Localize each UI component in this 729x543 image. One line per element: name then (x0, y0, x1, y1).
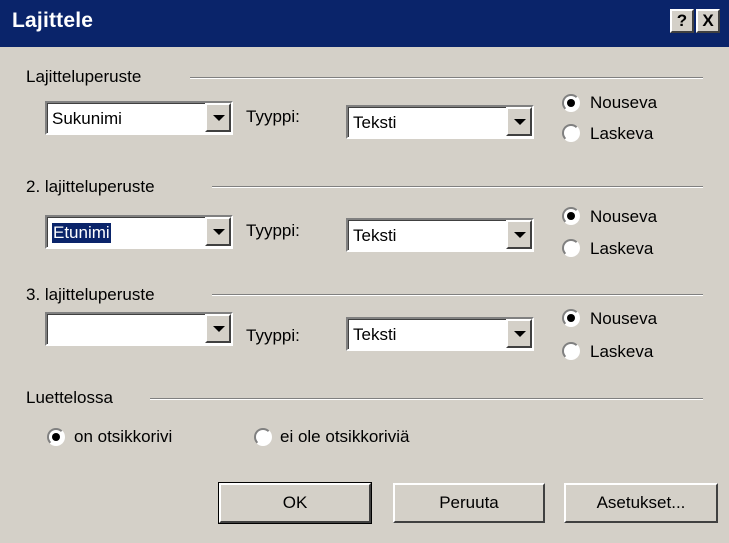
chevron-down-icon[interactable] (506, 107, 532, 136)
sort3-ascending-radio[interactable] (562, 309, 580, 327)
sort2-type-combo[interactable]: Teksti (346, 218, 534, 252)
title-bar[interactable]: Lajittele ? X (0, 0, 729, 47)
sort3-descending-radio[interactable] (562, 342, 580, 360)
options-button[interactable]: Asetukset... (564, 483, 718, 523)
sort1-ascending-radio[interactable] (562, 94, 580, 112)
sort2-group-label: 2. lajitteluperuste (26, 177, 155, 196)
sort3-field-combo[interactable] (45, 312, 233, 346)
sort1-type-label: Tyyppi: (246, 107, 300, 126)
sort2-divider (212, 186, 703, 188)
close-button[interactable]: X (696, 9, 720, 33)
sort2-type-value: Teksti (353, 226, 397, 245)
sort1-group-label: Lajitteluperuste (26, 67, 142, 86)
sort2-ascending-label[interactable]: Nouseva (590, 207, 657, 227)
sort3-divider (212, 294, 703, 296)
ok-button[interactable]: OK (218, 482, 372, 524)
chevron-down-icon[interactable] (506, 220, 532, 249)
has-header-radio[interactable] (47, 428, 65, 446)
chevron-down-icon[interactable] (205, 314, 231, 343)
sort3-descending-label[interactable]: Laskeva (590, 342, 653, 362)
sort2-descending-label[interactable]: Laskeva (590, 239, 653, 259)
sort1-type-combo[interactable]: Teksti (346, 105, 534, 139)
sort2-descending-radio[interactable] (562, 239, 580, 257)
cancel-button[interactable]: Peruuta (393, 483, 545, 523)
sort2-field-combo[interactable]: Etunimi (45, 215, 233, 249)
sort3-group-label: 3. lajitteluperuste (26, 285, 155, 304)
sort1-descending-label[interactable]: Laskeva (590, 124, 653, 144)
chevron-down-icon[interactable] (205, 103, 231, 132)
sort1-ascending-label[interactable]: Nouseva (590, 93, 657, 113)
has-header-label[interactable]: on otsikkorivi (74, 427, 172, 447)
no-header-label[interactable]: ei ole otsikkoriviä (280, 427, 409, 447)
list-divider (150, 398, 703, 400)
dialog-title: Lajittele (12, 9, 94, 32)
chevron-down-icon[interactable] (506, 319, 532, 348)
sort3-type-label: Tyyppi: (246, 326, 300, 345)
sort3-type-combo[interactable]: Teksti (346, 317, 534, 351)
no-header-radio[interactable] (254, 428, 272, 446)
sort1-divider (190, 77, 703, 79)
sort2-field-value: Etunimi (52, 223, 111, 243)
sort3-ascending-label[interactable]: Nouseva (590, 309, 657, 329)
sort1-field-value: Sukunimi (52, 109, 122, 128)
sort-dialog: Lajittele ? X Lajitteluperuste Sukunimi … (0, 0, 729, 543)
list-group-label: Luettelossa (26, 388, 113, 407)
chevron-down-icon[interactable] (205, 217, 231, 246)
sort2-type-label: Tyyppi: (246, 221, 300, 240)
sort1-field-combo[interactable]: Sukunimi (45, 101, 233, 135)
sort1-descending-radio[interactable] (562, 124, 580, 142)
sort1-type-value: Teksti (353, 113, 397, 132)
help-button[interactable]: ? (670, 9, 694, 33)
sort2-ascending-radio[interactable] (562, 207, 580, 225)
sort3-type-value: Teksti (353, 325, 397, 344)
